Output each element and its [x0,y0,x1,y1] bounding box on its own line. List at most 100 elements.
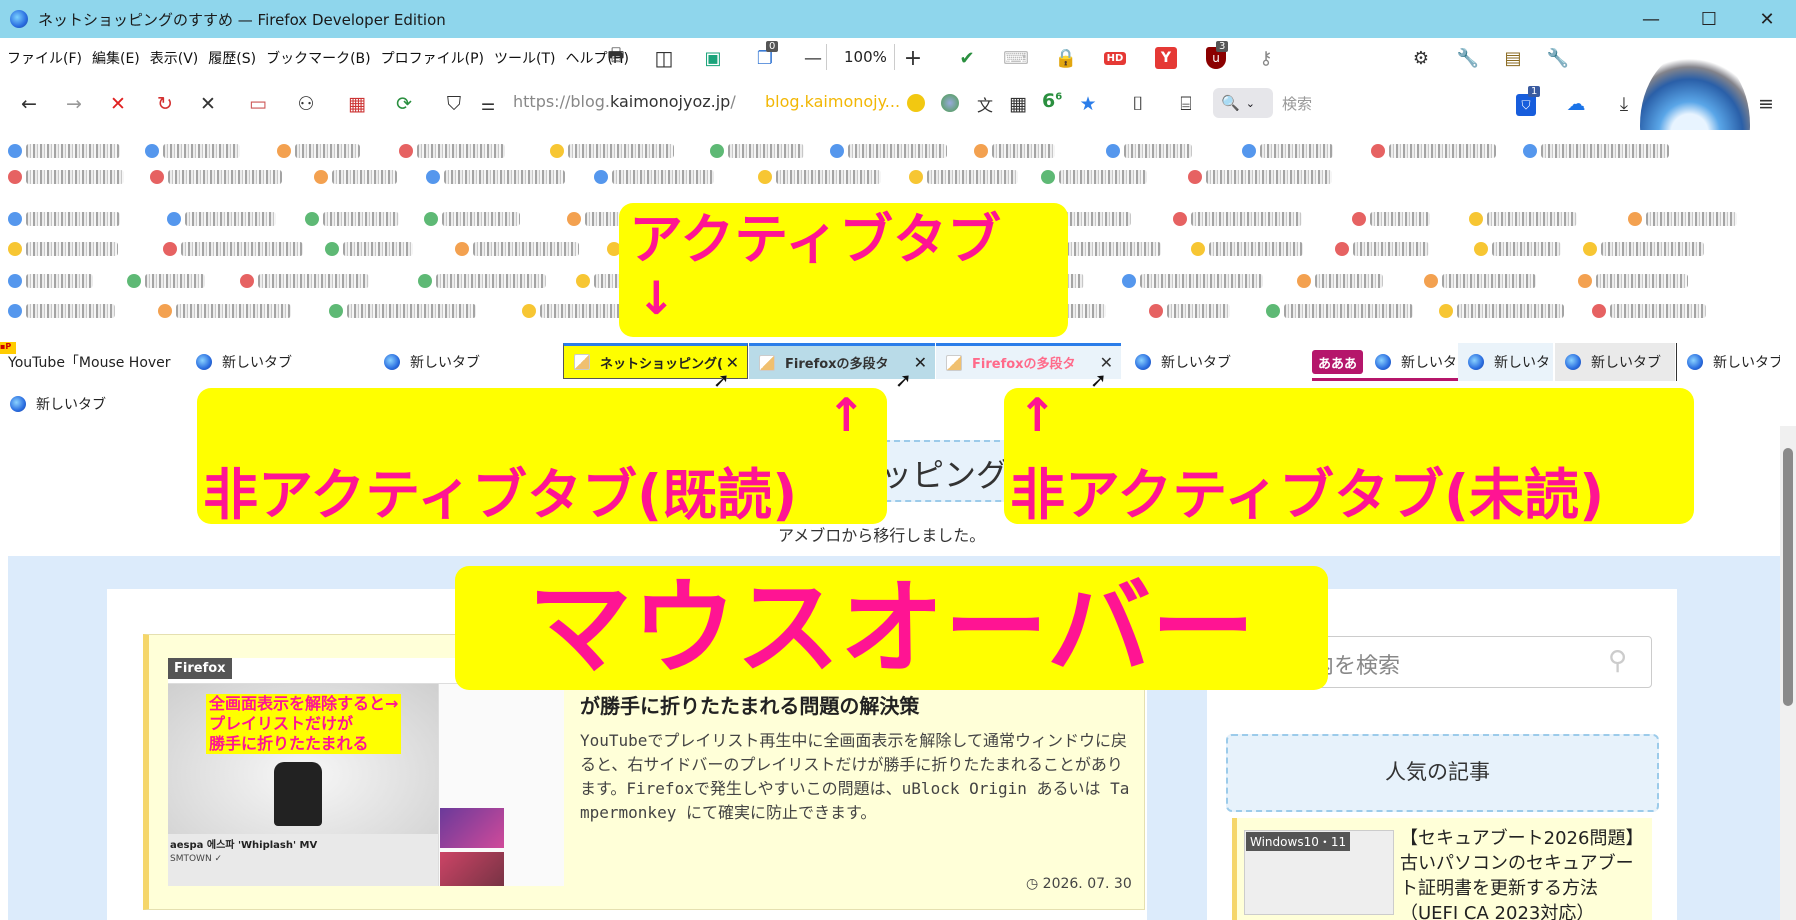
sync-icon[interactable]: ⟳ [390,90,418,118]
bookmark-icon[interactable] [1583,242,1597,256]
bookmark-item[interactable] [1191,212,1302,226]
six-icon[interactable]: 66 [1042,90,1062,112]
bookmark-icon[interactable] [329,304,343,318]
extension-check-icon[interactable]: ✔ [954,45,980,71]
bookmark-icon[interactable] [758,170,772,184]
bookmark-icon[interactable] [567,212,581,226]
reload-icon[interactable]: ↻ [151,90,179,118]
bookmark-item[interactable] [776,170,881,184]
bookmark-item[interactable] [1596,274,1688,288]
bookmark-icon[interactable] [163,242,177,256]
bookmark-item[interactable] [1206,170,1332,184]
bookmark-item[interactable] [347,304,476,318]
bookmark-icon[interactable] [1578,274,1592,288]
camera-icon[interactable]: ⌷ [1124,90,1152,118]
bookmark-item[interactable] [1601,242,1704,256]
tab-new-1[interactable]: 新しいタブ [196,343,376,381]
search-input[interactable]: 検索 [1282,93,1312,114]
bookmark-item[interactable] [1370,212,1430,226]
hd-icon[interactable]: HD [1102,45,1128,71]
stop-button[interactable]: ✕ [104,90,132,118]
bookmark-icon[interactable] [158,304,172,318]
bookmark-item[interactable] [1389,144,1496,158]
block-icon[interactable]: ▦ [343,90,371,118]
grid-icon[interactable]: ▦ [1004,90,1032,118]
bookmark-item[interactable] [176,304,291,318]
bookmark-icon[interactable] [399,144,413,158]
bookmark-icon[interactable] [455,242,469,256]
bookmark-item[interactable] [1541,144,1669,158]
bookmark-item[interactable] [568,144,674,158]
shield-icon[interactable]: ⛉ [440,90,468,118]
search-icon[interactable]: ⚲ [1608,646,1627,676]
bookmark-icon[interactable] [426,170,440,184]
bookmark-icon[interactable] [710,144,724,158]
bookmark-icon[interactable] [1266,304,1280,318]
bookmark-item[interactable] [1315,274,1383,288]
user-icon[interactable]: ⚇ [292,90,320,118]
search-engine-button[interactable]: 🔍 ⌄ [1213,88,1273,118]
tab-youtube[interactable]: YouTube「Mouse Hover [8,343,180,381]
bookmark-icon[interactable] [1149,304,1163,318]
article-title[interactable]: が勝手に折りたたまれる問題の解決策 [580,690,919,719]
scrollbar-thumb[interactable] [1783,448,1793,706]
download-icon[interactable]: ⤓ [1610,90,1638,118]
article-thumbnail[interactable]: Firefox 全画面表示を解除すると→ プレイリストだけが 勝手に折りたたまれる … [168,658,564,886]
bookmark-icon[interactable] [1188,170,1202,184]
bookmark-icon[interactable] [522,304,536,318]
bookmark-icon[interactable] [127,274,141,288]
bookmark-item[interactable] [323,212,399,226]
bookmark-item[interactable] [295,144,360,158]
bookmark-item[interactable] [145,274,205,288]
bookmark-star-icon[interactable]: ★ [1074,90,1102,118]
bookmark-icon[interactable] [325,242,339,256]
bookmark-icon[interactable] [240,274,254,288]
bookmark-item[interactable] [26,304,115,318]
bookmark-icon[interactable] [277,144,291,158]
bookmark-item[interactable] [181,242,303,256]
bookmark-icon[interactable] [150,170,164,184]
bookmark-item[interactable] [1140,274,1263,288]
menu-item-6[interactable]: ツール(T) [489,48,560,68]
bookmark-icon[interactable] [1352,212,1366,226]
forward-button[interactable]: → [60,90,88,118]
bookmark-icon[interactable] [1439,304,1453,318]
bookmark-item[interactable] [612,170,714,184]
save-icon[interactable]: ▣ [700,45,726,71]
bookmark-item[interactable] [1487,212,1577,226]
bookmark-item[interactable] [1646,212,1737,226]
bookmark-item[interactable] [168,170,282,184]
bookmark-item[interactable] [1124,144,1192,158]
globe-icon[interactable] [941,94,959,112]
bookmark-icon[interactable] [1523,144,1537,158]
close-icon[interactable]: ✕ [914,353,927,372]
bookmark-icon[interactable] [8,304,22,318]
wrench-icon[interactable]: 🔧 [1545,45,1571,71]
bookmark-item[interactable] [540,304,630,318]
bookmark-icon[interactable] [550,144,564,158]
bookmark-item[interactable] [848,144,947,158]
bookmark-icon[interactable] [909,170,923,184]
translate-icon[interactable]: 文 [971,90,999,118]
yandex-icon[interactable]: Y [1153,45,1179,71]
tab-group-label[interactable]: あああ [1312,350,1364,374]
hamburger-menu-icon[interactable]: ≡ [1752,90,1780,118]
bookmark-icon[interactable] [576,274,590,288]
bookmark-item[interactable] [992,144,1055,158]
bookmark-item[interactable] [444,170,565,184]
bookmark-icon[interactable] [1628,212,1642,226]
menu-item-5[interactable]: プロファイル(P) [376,48,489,68]
yellow-dot-icon[interactable] [907,94,925,112]
url-bar[interactable]: https://blog.kaimonojyoz.jp/ [513,92,736,111]
print-icon[interactable]: 🖶 [603,45,629,71]
bookmark-item[interactable] [1284,304,1413,318]
bookmark-icon[interactable] [830,144,844,158]
bookmark-icon[interactable] [8,242,22,256]
bookmark-item[interactable] [1067,242,1161,256]
wrench-blue-icon[interactable]: 🔧 [1455,45,1481,71]
bookmark-item[interactable] [26,242,118,256]
bookmark-icon[interactable] [8,144,22,158]
bookmark-item[interactable] [1457,304,1564,318]
screenshot-icon[interactable]: ▭ [244,90,272,118]
bookmark-item[interactable] [163,144,240,158]
